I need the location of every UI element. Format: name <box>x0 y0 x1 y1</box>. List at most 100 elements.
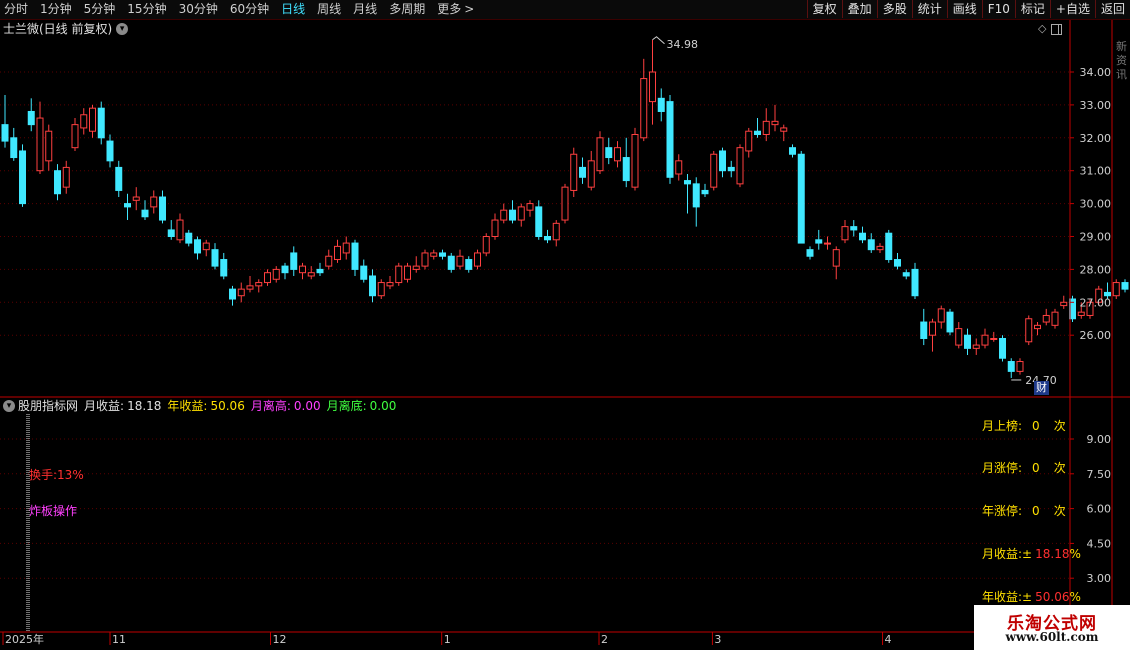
candle-body <box>1121 282 1129 290</box>
stat-row-yearly-return: 年收益:± 50.06% <box>982 588 1081 605</box>
candle-body <box>482 236 490 254</box>
candle-body <box>964 334 971 349</box>
candle-body <box>657 97 665 112</box>
candle-body <box>937 308 945 323</box>
candle-body <box>316 268 324 274</box>
candle-body <box>395 265 403 284</box>
candle-body <box>719 150 726 172</box>
candle-body <box>736 147 744 185</box>
operation-text: 炸板操作 <box>29 504 78 518</box>
candle-body <box>10 137 18 159</box>
stat-value: 0 <box>1032 419 1040 433</box>
candle-body <box>89 107 96 132</box>
candle-body <box>894 259 901 267</box>
finance-badge[interactable]: 财 <box>1034 381 1049 395</box>
candle-body <box>264 272 271 284</box>
candle-body <box>570 153 578 191</box>
candle-body <box>307 272 315 277</box>
candle-body <box>587 160 595 188</box>
candle-body <box>45 130 53 162</box>
candle-body <box>552 222 560 241</box>
candle-body <box>491 219 499 238</box>
turnover-text: 换手:13% <box>29 468 84 482</box>
x-tick-label: 2025年 <box>5 632 44 646</box>
candle-body <box>929 321 936 336</box>
indicator-name: 股朋指标网 <box>18 399 79 413</box>
stat-unit: 次 <box>1053 419 1066 433</box>
candle-body <box>167 229 175 237</box>
candle-body <box>596 137 604 172</box>
stat-unit: 次 <box>1053 504 1066 518</box>
candle-body <box>815 239 823 244</box>
stat-label: 月涨停: <box>982 461 1023 475</box>
candle-body <box>867 239 875 251</box>
candle-body <box>640 78 648 139</box>
stat-value: 50.06 <box>1035 590 1070 604</box>
candle-body <box>465 259 473 270</box>
y-tick-label: 28.00 <box>1080 263 1112 276</box>
candle-body <box>124 203 131 208</box>
candle-body <box>159 196 166 221</box>
candle-body <box>115 166 123 191</box>
stat-unit: 次 <box>1053 461 1066 475</box>
candle-body <box>535 206 543 237</box>
y-tick-label: 31.00 <box>1080 165 1112 178</box>
candle-body <box>229 288 236 300</box>
candle-body <box>999 337 1006 359</box>
candle-body <box>54 170 61 195</box>
candle-body <box>859 232 866 241</box>
indicator-y-tick-label: 7.50 <box>1087 468 1112 481</box>
yearly-return-value: 50.06 <box>210 399 245 413</box>
high-price-label: 34.98 <box>667 38 699 51</box>
monthly-return-value: 18.18 <box>127 399 162 413</box>
candle-body <box>631 134 639 188</box>
candle-body <box>281 265 289 274</box>
candle-body <box>762 120 770 136</box>
candle-body <box>990 337 998 340</box>
candle-body <box>447 255 455 270</box>
indicator-y-tick-label: 3.00 <box>1087 572 1112 585</box>
candle-body <box>325 255 333 267</box>
candle-body <box>710 153 718 188</box>
candle-body <box>1007 361 1015 372</box>
candle-body <box>360 265 368 280</box>
high-marker <box>652 36 665 45</box>
candle-body <box>220 259 228 277</box>
candle-body <box>456 255 464 267</box>
candle-body <box>377 282 385 297</box>
candle-body <box>850 226 858 231</box>
candle-body <box>106 140 114 162</box>
x-tick-label: 1 <box>444 633 451 646</box>
candle-body <box>246 285 254 290</box>
candlestick-chart[interactable]: 34.9824.70 34.0033.0032.0031.0030.0029.0… <box>0 0 1130 650</box>
candle-body <box>824 242 831 245</box>
candle-body <box>517 206 525 221</box>
indicator-dropdown-icon[interactable]: ▾ <box>3 400 15 412</box>
candle-body <box>605 147 613 159</box>
candle-body <box>1051 311 1059 326</box>
candle-body <box>474 252 481 267</box>
watermark-url: www.60lt.com <box>1005 630 1099 644</box>
candle-body <box>1025 318 1033 343</box>
y-tick-label: 27.00 <box>1080 296 1112 309</box>
stat-value: 18.18 <box>1035 547 1070 561</box>
x-tick-label: 3 <box>714 633 721 646</box>
candle-body <box>981 334 989 346</box>
stat-row-monthly-list: 月上榜: 0 次 <box>982 417 1066 434</box>
candle-body <box>745 130 753 152</box>
monthly-return-label: 月收益: <box>84 399 125 413</box>
candle-body <box>439 252 446 257</box>
candle-body <box>614 147 621 162</box>
candle-body <box>789 147 796 155</box>
candle-body <box>500 209 508 221</box>
candle-body <box>544 236 551 241</box>
x-tick-label: 4 <box>885 633 892 646</box>
candle-body <box>684 180 691 185</box>
x-tick-label: 12 <box>273 633 287 646</box>
candle-body <box>797 153 805 244</box>
candle-body <box>579 166 586 178</box>
candle-body <box>404 265 411 280</box>
candle-body <box>386 282 394 287</box>
candle-body <box>649 71 656 103</box>
side-news-tab[interactable]: 新资讯 <box>1116 40 1130 82</box>
